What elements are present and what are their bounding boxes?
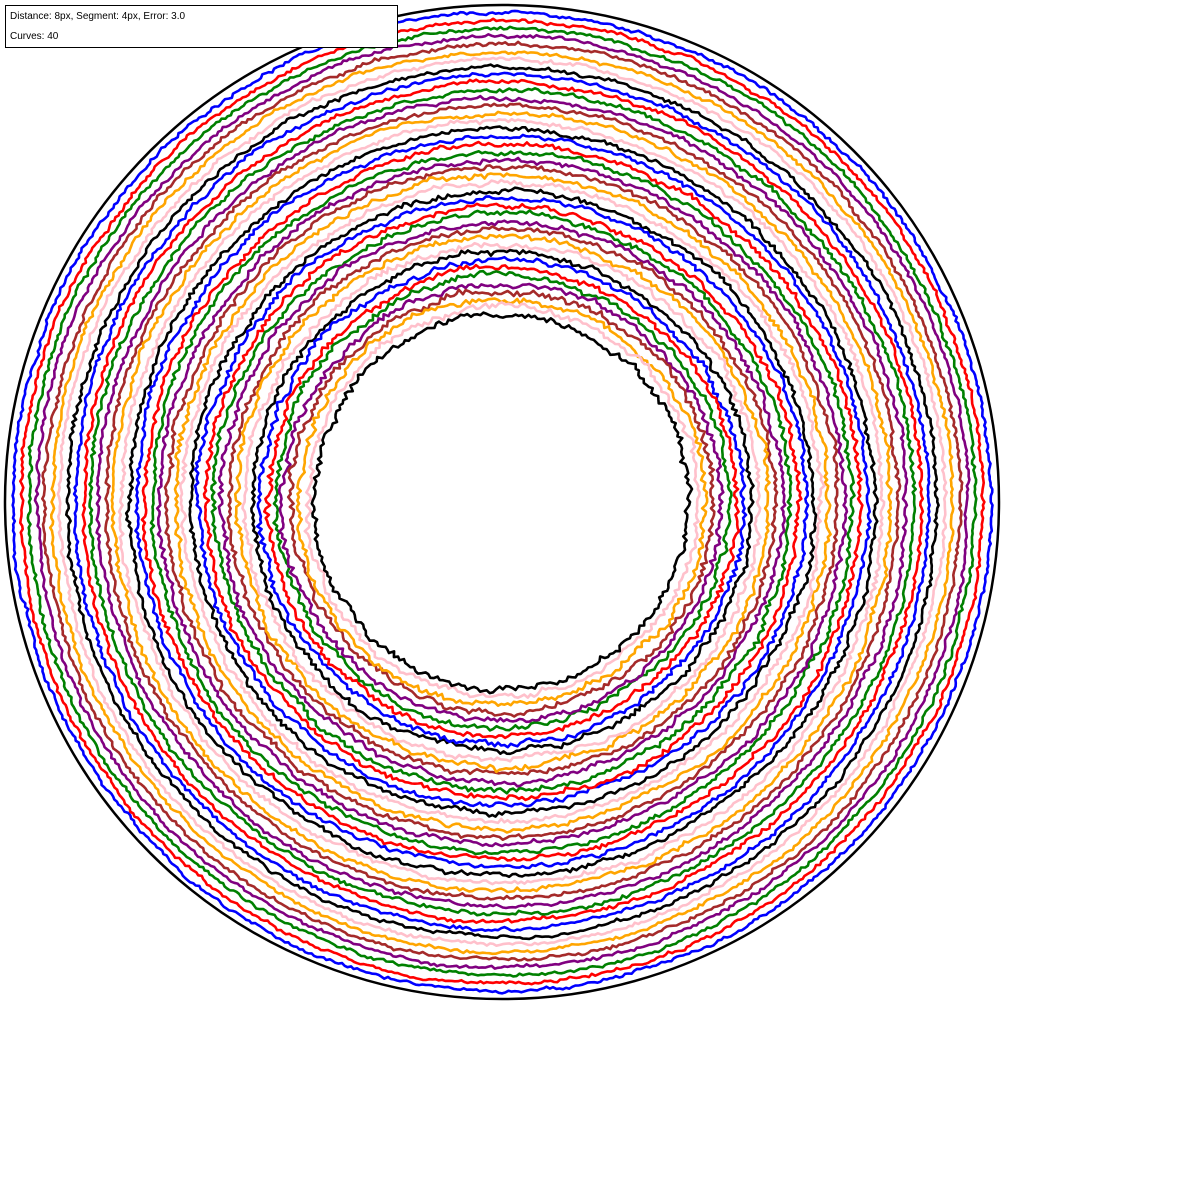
offset-curve-31 — [241, 241, 762, 763]
offset-curve-32 — [250, 248, 755, 756]
offset-curve-12 — [95, 94, 909, 910]
parameters-readout: Distance: 8px, Segment: 4px, Error: 3.0 — [10, 11, 186, 22]
offset-curve-39 — [303, 301, 701, 700]
offset-curve-37 — [286, 288, 716, 718]
info-panel: Distance: 8px, Segment: 4px, Error: 3.0 … — [5, 5, 398, 48]
curves-group — [11, 9, 994, 995]
curve-count-readout: Curves: 40 — [10, 31, 59, 42]
offset-curve-40 — [310, 311, 694, 695]
drawing-canvas[interactable] — [0, 0, 1200, 1200]
offset-curve-36 — [277, 282, 725, 724]
offset-curve-35 — [272, 269, 733, 732]
offset-curve-28 — [217, 219, 787, 788]
offset-curve-13 — [104, 102, 902, 901]
offset-curve-38 — [295, 297, 709, 708]
offset-curve-33 — [255, 255, 748, 749]
offset-curve-34 — [262, 263, 741, 740]
